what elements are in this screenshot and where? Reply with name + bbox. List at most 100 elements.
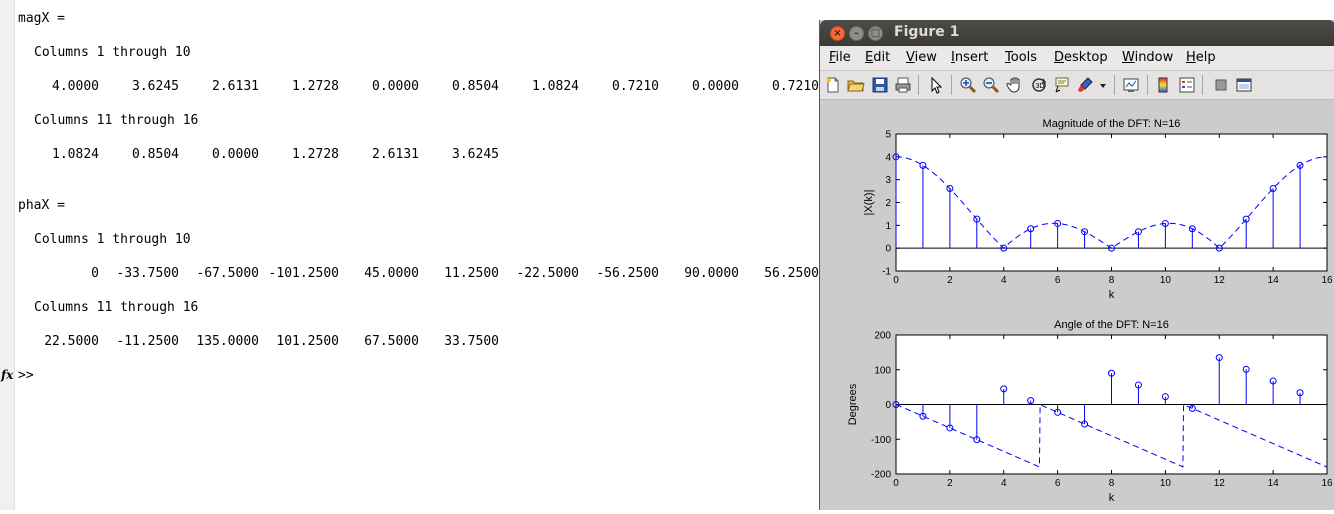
menu-help[interactable]: Help [1186,50,1216,65]
title-bar[interactable]: × – □ Figure 1 [820,20,1334,46]
dft-plots: 0 2 4 6 8 10 12 14 16-1012345Magnitude of the DF… [847,118,1333,504]
console-value: 0.0000 [692,79,739,94]
ang-y-axis-label: Degrees [847,383,859,425]
figure-window: × – □ Figure 1 File Edit View Insert Tools De… [819,20,1334,510]
x-tick-label: 6 [1055,275,1061,286]
console-value: 0.8504 [452,79,499,94]
show-plot-tools-icon[interactable] [1235,76,1253,94]
phax-header: phaX = [18,198,65,213]
console-value: 67.5000 [364,334,419,349]
x-tick-label: 12 [1214,275,1226,286]
mag-chart-title: Magnitude of the DFT: N=16 [1043,118,1181,130]
console-value: 0.0000 [212,147,259,162]
mag-axes-box [895,133,1328,272]
console-value: 0.7210 [612,79,659,94]
console-value: 3.6245 [132,79,179,94]
console-value: -67.5000 [196,266,259,281]
magx-header: magX = [18,11,65,26]
x-tick-label: 0 [893,478,899,489]
dropdown-arrow-icon[interactable] [1099,76,1107,94]
brush-icon[interactable] [1076,76,1094,94]
menu-window[interactable]: Window [1122,50,1173,65]
menu-desktop[interactable]: Desktop [1054,50,1108,65]
hide-plot-tools-icon[interactable] [1212,76,1230,94]
y-tick-label: 3 [885,175,891,186]
console-value: 56.2500 [764,266,819,281]
pointer-icon[interactable] [927,76,945,94]
console-value: 22.5000 [44,334,99,349]
save-icon[interactable] [871,76,889,94]
console-value: -101.2500 [268,266,339,281]
x-tick-label: 6 [1055,478,1061,489]
console-value: 90.0000 [684,266,739,281]
console-value: -11.2500 [116,334,179,349]
y-tick-label: 100 [874,365,891,376]
print-icon[interactable] [894,76,912,94]
toolbar-separator [951,75,952,95]
menu-insert[interactable]: Insert [951,50,988,65]
menu-edit[interactable]: Edit [865,50,890,65]
command-prompt[interactable]: >> [18,368,34,384]
mag-y-axis-label: |X(k)| [863,190,875,216]
fx-icon[interactable]: fx [1,368,13,382]
x-tick-label: 4 [1001,275,1007,286]
window-title: Figure 1 [894,24,960,40]
x-tick-label: 8 [1109,275,1115,286]
y-tick-label: 0 [885,244,891,255]
link-plot-icon[interactable] [1122,76,1140,94]
command-window-gutter [0,0,15,510]
console-value: -33.7500 [116,266,179,281]
open-file-icon[interactable] [847,76,865,94]
console-value: 3.6245 [452,147,499,162]
x-tick-label: 10 [1160,478,1172,489]
menu-tools[interactable]: Tools [1005,50,1037,65]
x-tick-label: 16 [1321,478,1333,489]
menu-view[interactable]: View [906,50,937,65]
legend-icon[interactable] [1178,76,1196,94]
console-value: 0.8504 [132,147,179,162]
y-tick-label: -1 [882,267,891,278]
console-value: 4.0000 [52,79,99,94]
plot-area[interactable]: 0 2 4 6 8 10 12 14 16 -1 0 1 2 3 4 5 Magnitude of the DF… [820,100,1334,510]
console-value: 33.7500 [444,334,499,349]
zoom-in-icon[interactable] [959,76,977,94]
close-icon[interactable]: × [830,26,845,41]
zoom-out-icon[interactable] [982,76,1000,94]
y-tick-label: 1 [885,221,891,232]
y-tick-label: -200 [871,470,891,481]
x-tick-label: 2 [947,275,953,286]
x-tick-label: 14 [1268,275,1280,286]
console-value: 1.2728 [292,147,339,162]
toolbar-separator [1114,75,1115,95]
x-tick-label: 10 [1160,275,1172,286]
console-value: 0.7210 [772,79,819,94]
data-cursor-icon[interactable] [1053,76,1071,94]
x-tick-label: 8 [1109,478,1115,489]
console-value: 101.2500 [276,334,339,349]
toolbar-separator [1202,75,1203,95]
x-tick-label: 0 [893,275,899,286]
ang-x-axis-label: k [1109,492,1115,504]
console-value: 135.0000 [196,334,259,349]
y-tick-label: 4 [885,152,891,163]
console-value: 2.6131 [212,79,259,94]
pan-hand-icon[interactable] [1006,76,1024,94]
x-tick-label: 14 [1268,478,1280,489]
maximize-icon[interactable]: □ [868,26,883,41]
console-value: 2.6131 [372,147,419,162]
figure-toolbar: 3D [820,71,1334,100]
menu-bar: File Edit View Insert Tools Desktop Window Help [820,46,1334,71]
mag-x-axis-label: k [1109,289,1115,301]
columns-label: Columns 11 through 16 [34,113,199,128]
y-tick-label: 2 [885,198,891,209]
y-tick-label: 5 [885,130,891,141]
console-value: 45.0000 [364,266,419,281]
console-value: 1.2728 [292,79,339,94]
rotate-3d-icon[interactable]: 3D [1030,76,1048,94]
colorbar-icon[interactable] [1154,76,1172,94]
console-value: 1.0824 [532,79,579,94]
ang-chart-title: Angle of the DFT: N=16 [1054,319,1169,331]
menu-file[interactable]: File [829,50,851,65]
new-figure-icon[interactable] [824,76,842,94]
minimize-icon[interactable]: – [849,26,864,41]
